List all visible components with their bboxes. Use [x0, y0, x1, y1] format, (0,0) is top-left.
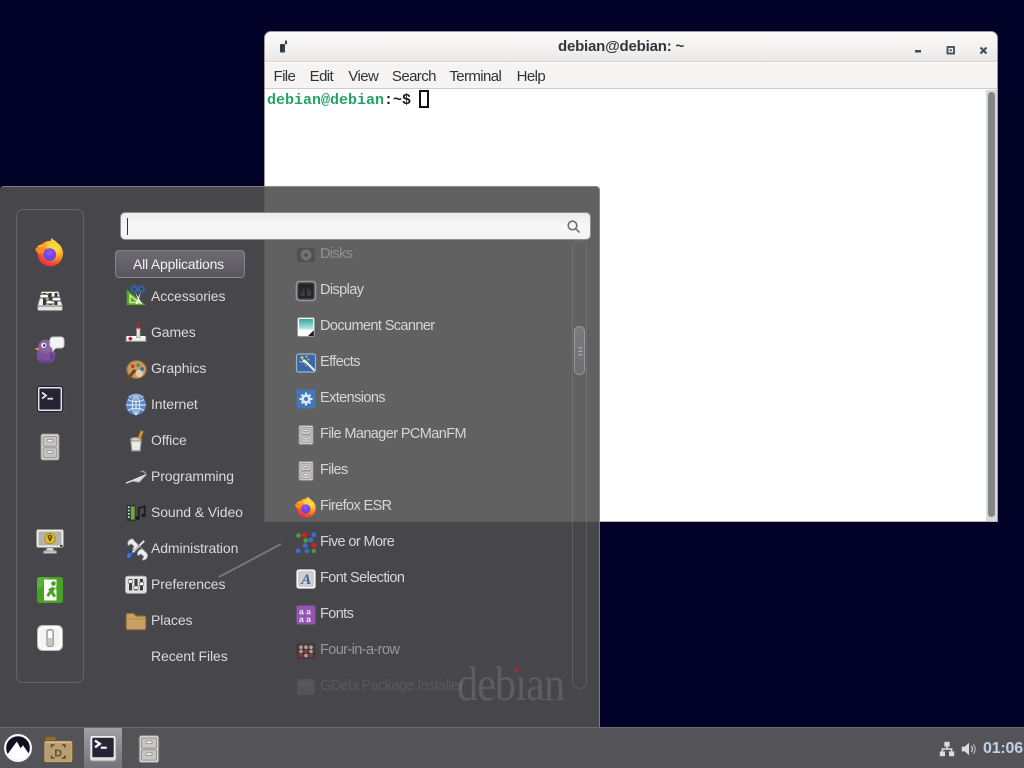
- svg-text:A: A: [300, 572, 311, 588]
- svg-text:a a: a a: [299, 614, 311, 624]
- svg-text:D: D: [54, 748, 62, 760]
